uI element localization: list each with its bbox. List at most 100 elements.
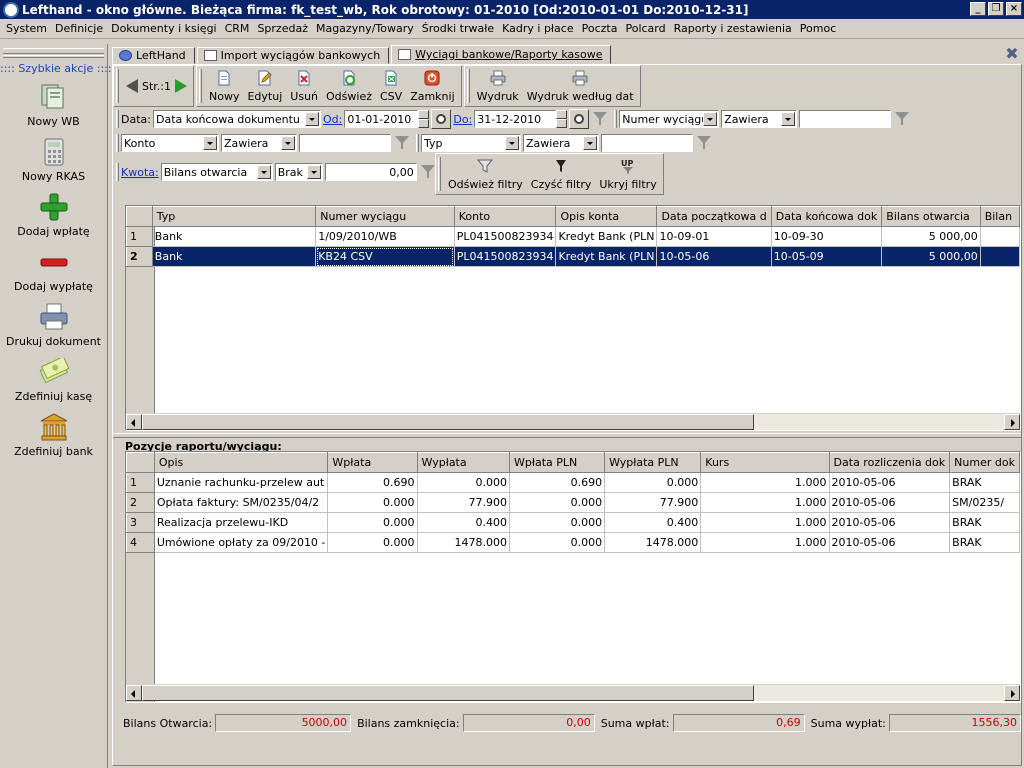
cell-wplata-pln[interactable]: 0.000 [509,532,606,553]
chevron-down-icon[interactable] [256,165,271,179]
table-row[interactable]: 3 Realizacja przelewu-IKD 0.000 0.400 0.… [126,512,1020,533]
scroll-thumb[interactable] [142,414,754,430]
close-window-button[interactable]: × [1006,2,1022,16]
sidebar-item-drukuj-dokument[interactable]: Drukuj dokument [0,295,107,350]
menu-crm[interactable]: CRM [221,22,254,35]
cell-wplata[interactable]: 0.000 [327,492,418,513]
cell-wplata-pln[interactable]: 0.690 [509,472,606,493]
cell-typ[interactable]: Bank [152,226,317,247]
column-header-opis[interactable]: Opis [153,452,329,473]
date-field-select[interactable]: Data końcowa dokumentu [152,110,321,128]
cell-wyplata-pln[interactable]: 0.400 [604,512,702,533]
table-row[interactable]: 1 Uznanie rachunku-przelew aut 0.690 0.0… [126,472,1020,493]
menu-system[interactable]: System [2,22,51,35]
tab-import-wyciagow[interactable]: Import wyciągów bankowych [196,47,390,64]
menu-polcard[interactable]: Polcard [621,22,669,35]
konto-field-select[interactable]: Konto [121,134,219,152]
filter-icon[interactable] [893,110,911,128]
hide-filters-button[interactable]: UP Ukryj filtry [595,154,660,194]
statements-horizontal-scrollbar[interactable] [126,413,1020,430]
column-header-wplata-pln[interactable]: Wpłata PLN [508,452,606,473]
filter-icon[interactable] [591,110,609,128]
column-header-numer[interactable]: Numer wyciągu [315,206,455,227]
cell-data[interactable]: 2010-05-06 [829,512,951,533]
tab-wyciagi-bankowe[interactable]: Wyciągi bankowe/Raporty kasowe [391,45,612,64]
cell-konto[interactable]: PL041500823934 [454,226,557,247]
cell-kurs[interactable]: 1.000 [700,492,830,513]
table-row-selected[interactable]: 2 Bank KB24 CSV PL041500823934 Kredyt Ba… [126,246,1020,267]
chevron-down-icon[interactable] [281,136,295,150]
refresh-filters-button[interactable]: Odśwież filtry [444,154,527,194]
cell-opis[interactable]: Umówione opłaty za 09/2010 - [154,532,329,553]
cell-wplata[interactable]: 0.690 [327,472,418,493]
numer-value-input[interactable] [799,110,892,128]
typ-value-input[interactable] [601,134,693,152]
menu-srodki-trwale[interactable]: Środki trwałe [418,22,498,35]
column-header-wyplata[interactable]: Wypłata [416,452,510,473]
cell-numer[interactable]: KB24 CSV [315,246,455,267]
chevron-down-icon[interactable] [583,136,597,150]
column-header-bilans-otwarcia[interactable]: Bilans otwarcia [881,206,981,227]
column-header-opis-konta[interactable]: Opis konta [555,206,658,227]
calendar-icon[interactable] [431,109,452,129]
chevron-down-icon[interactable] [781,112,796,126]
cell-bilans-2[interactable] [980,226,1020,247]
column-header-wyplata-pln[interactable]: Wypłata PLN [604,452,702,473]
cell-wyplata[interactable]: 1478.000 [417,532,510,553]
konto-value-input[interactable] [299,134,391,152]
cell-kurs[interactable]: 1.000 [700,472,830,493]
refresh-button[interactable]: Odśwież [322,66,376,106]
cell-wplata[interactable]: 0.000 [327,512,418,533]
sidebar-item-dodaj-wyplate[interactable]: Dodaj wypłatę [0,240,107,295]
chevron-down-icon[interactable] [505,136,519,150]
typ-field-select[interactable]: Typ [421,134,521,152]
cell-data[interactable]: 2010-05-06 [829,492,951,513]
cell-wplata-pln[interactable]: 0.000 [509,492,606,513]
column-header-data-koncowa[interactable]: Data końcowa dok [770,206,883,227]
chevron-down-icon[interactable] [306,165,321,179]
table-row[interactable]: 4 Umówione opłaty za 09/2010 - 0.000 147… [126,532,1020,553]
clear-filters-button[interactable]: Czyść filtry [527,154,596,194]
print-button[interactable]: Wydruk [473,66,523,106]
date-from-input[interactable]: 01-01-2010 [344,110,419,128]
column-header-konto[interactable]: Konto [453,206,557,227]
cell-typ[interactable]: Bank [152,246,317,267]
numer-field-select[interactable]: Numer wyciągu [619,110,720,128]
menu-dokumenty[interactable]: Dokumenty i księgi [107,22,221,35]
cell-numer[interactable]: 1/09/2010/WB [315,226,455,247]
column-header-numer-dok[interactable]: Numer dok [949,452,1020,473]
cell-data-do[interactable]: 10-09-30 [771,226,883,247]
pane-splitter[interactable] [113,433,1021,438]
scroll-left-icon[interactable] [126,685,142,701]
filter-icon[interactable] [695,134,713,152]
sidebar-item-zdefiniuj-bank[interactable]: Zdefiniuj bank [0,405,107,460]
edit-button[interactable]: Edytuj [243,66,286,106]
scroll-right-icon[interactable] [1004,685,1020,701]
delete-button[interactable]: Usuń [286,66,322,106]
new-button[interactable]: Nowy [205,66,243,106]
cell-data[interactable]: 2010-05-06 [829,532,951,553]
menu-magazyny[interactable]: Magazyny/Towary [312,22,418,35]
close-tab-icon[interactable]: ✖ [1004,46,1020,62]
column-header-data-rozliczenia[interactable]: Data rozliczenia dok [828,452,951,473]
table-row[interactable]: 2 Opłata faktury: SM/0235/04/2 0.000 77.… [126,492,1020,513]
cell-data-od[interactable]: 10-05-06 [656,246,772,267]
typ-condition-select[interactable]: Zawiera [523,134,599,152]
cell-opis[interactable]: Kredyt Bank (PLN [555,246,658,267]
cell-kurs[interactable]: 1.000 [700,512,830,533]
next-page-icon[interactable] [175,79,188,93]
cell-bilans[interactable]: 5 000,00 [881,246,981,267]
cell-wyplata-pln[interactable]: 77.900 [604,492,702,513]
cell-wyplata[interactable]: 77.900 [417,492,510,513]
scroll-right-icon[interactable] [1004,414,1020,430]
kwota-condition-select[interactable]: Brak [274,163,323,181]
menu-raporty[interactable]: Raporty i zestawienia [670,22,796,35]
sidebar-item-dodaj-wplate[interactable]: Dodaj wpłatę [0,185,107,240]
chevron-down-icon[interactable] [703,112,718,126]
chevron-down-icon[interactable] [304,112,319,126]
cell-wyplata-pln[interactable]: 0.000 [604,472,702,493]
filter-icon[interactable] [419,163,437,181]
cell-bilans[interactable]: 5 000,00 [881,226,981,247]
cell-wyplata-pln[interactable]: 1478.000 [604,532,702,553]
column-header-typ[interactable]: Typ [151,206,317,227]
